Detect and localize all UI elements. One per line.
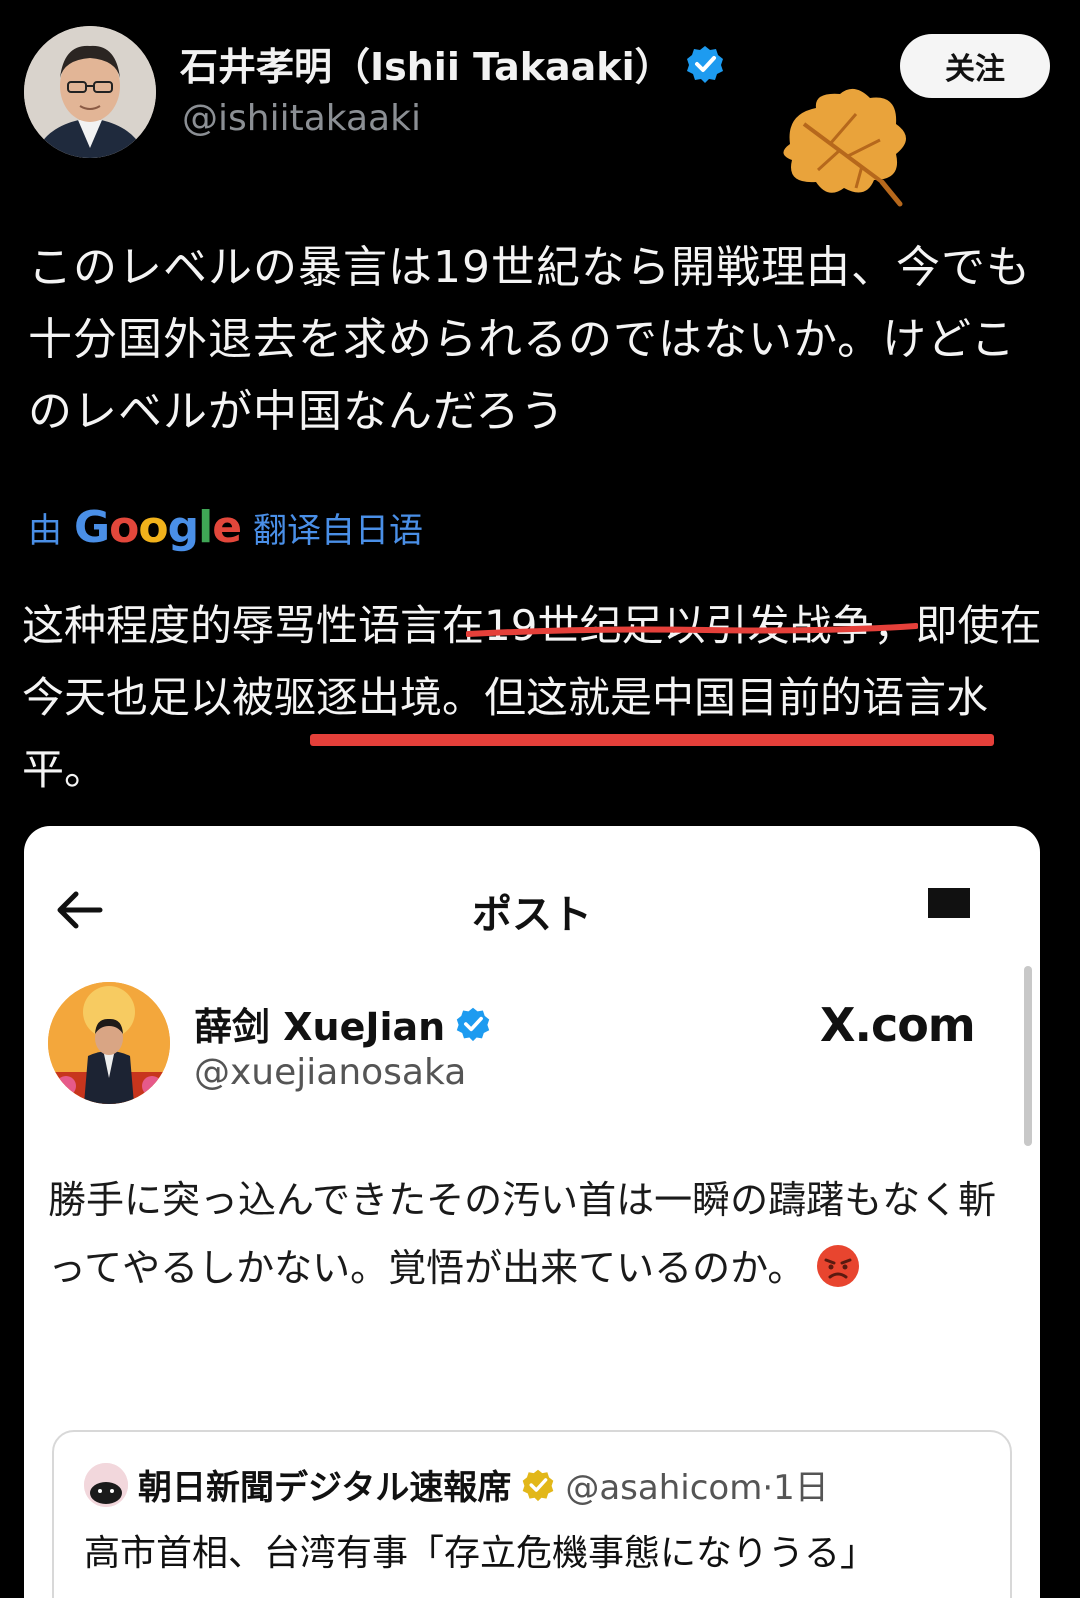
nested-quote-text: 高市首相、台湾有事「存立危機事態になりうる」 xyxy=(84,1533,877,1574)
google-logo: Google xyxy=(74,502,242,553)
gold-verified-badge-icon xyxy=(523,1469,554,1501)
verified-badge-icon xyxy=(457,1007,490,1041)
screen-title: ポスト xyxy=(472,892,592,938)
red-underline-annotation xyxy=(466,623,918,637)
author-name[interactable]: 石井孝明（Ishii Takaaki） xyxy=(180,36,725,91)
verified-badge-icon xyxy=(686,45,723,83)
quoted-post-text: 勝手に突っ込んできたその汚い首は一瞬の躊躇もなく斬ってやるしかない。覚悟が出来て… xyxy=(48,1166,1018,1302)
embedded-screenshot: ポスト 薛剑 XueJian @xuejianosaka X.com 勝手に突っ… xyxy=(24,826,1040,1598)
author-handle[interactable]: @ishiitakaaki xyxy=(182,98,421,139)
menu-icon[interactable] xyxy=(928,888,970,918)
quoted-author-handle[interactable]: @xuejianosaka xyxy=(194,1052,466,1093)
author-avatar[interactable] xyxy=(24,26,156,158)
translation-attribution[interactable]: 由 Google 翻译自日语 xyxy=(28,502,423,553)
quoted-author-name[interactable]: 薛剑 XueJian xyxy=(194,996,491,1051)
site-label: X.com xyxy=(820,998,976,1052)
maple-leaf-icon xyxy=(783,88,906,207)
angry-face-icon xyxy=(817,1245,860,1287)
nested-quote-author[interactable]: 朝日新聞デジタル速報席 xyxy=(138,1460,511,1509)
quoted-author-avatar[interactable] xyxy=(48,982,170,1104)
nested-quote-meta: @asahicom·1日 xyxy=(565,1468,829,1508)
translated-text-start: 这种程度的辱骂性语言 xyxy=(22,601,443,650)
follow-button[interactable]: 关注 xyxy=(900,34,1050,98)
translate-suffix: 翻译自日语 xyxy=(253,511,424,551)
nested-quote-avatar[interactable] xyxy=(84,1462,128,1507)
author-name-text: 石井孝明（Ishii Takaaki） xyxy=(180,45,673,89)
nested-quote-header: 朝日新聞デジタル速報席 @asahicom·1日 xyxy=(84,1460,829,1509)
quoted-author-name-text: 薛剑 XueJian xyxy=(194,1005,446,1049)
translate-prefix: 由 xyxy=(28,511,62,551)
scrollbar[interactable] xyxy=(1024,966,1032,1146)
nested-quoted-post[interactable]: 朝日新聞デジタル速報席 @asahicom·1日 高市首相、台湾有事「存立危機事… xyxy=(52,1430,1012,1598)
red-underline-annotation-2 xyxy=(310,734,994,746)
post-text-japanese: このレベルの暴言は19世紀なら開戦理由、今でも十分国外退去を求められるのではない… xyxy=(28,242,1031,437)
